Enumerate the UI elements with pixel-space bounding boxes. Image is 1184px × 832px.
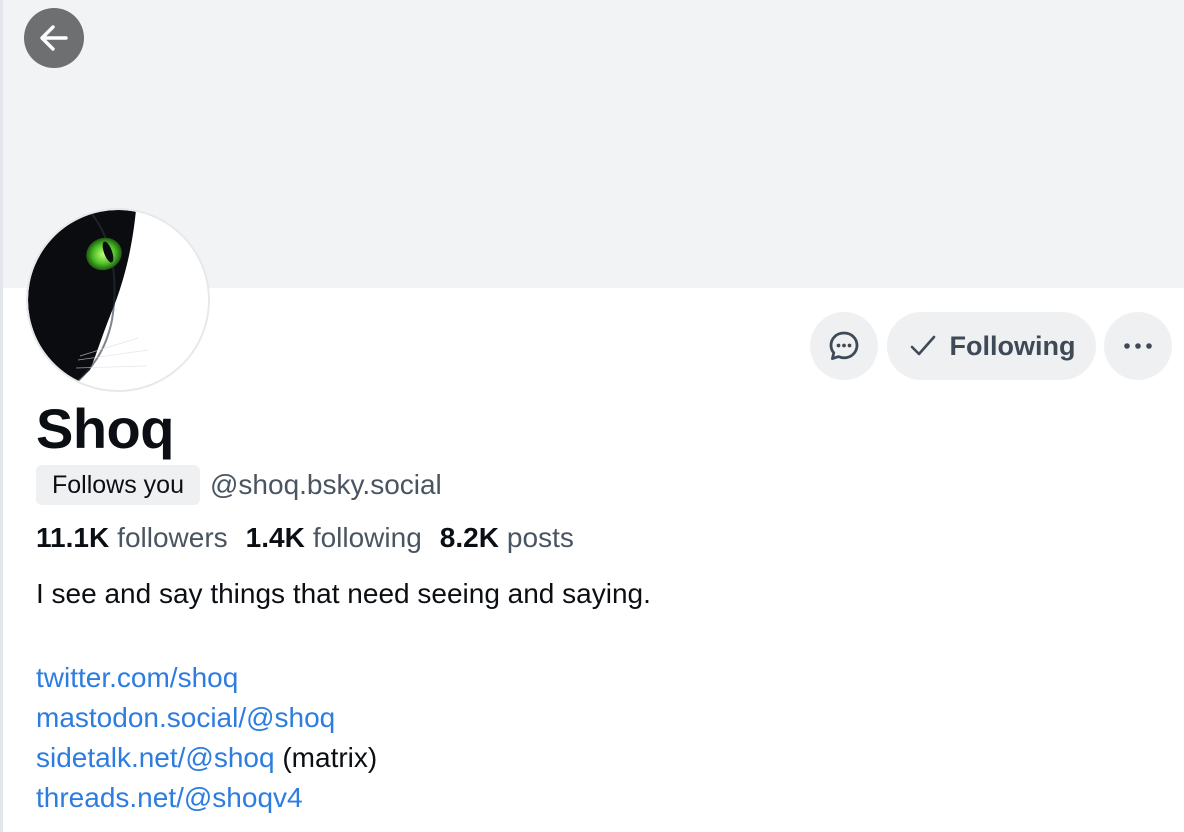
followers-stat[interactable]: 11.1K followers — [36, 522, 228, 554]
profile-stats: 11.1K followers 1.4K following 8.2K post… — [36, 520, 592, 556]
following-count: 1.4K — [245, 522, 305, 553]
followers-label: followers — [117, 522, 228, 553]
arrow-left-icon — [40, 25, 68, 51]
twitter-link[interactable]: twitter.com/shoq — [36, 662, 238, 693]
message-button[interactable] — [810, 312, 878, 380]
bio-link-line: sidetalk.net/@shoq (matrix) — [36, 738, 377, 778]
handle-row: Follows you @shoq.bsky.social — [36, 465, 442, 505]
message-bubble-icon — [829, 331, 859, 360]
following-label: following — [312, 522, 422, 553]
more-options-button[interactable] — [1104, 312, 1172, 380]
display-name: Shoq — [36, 397, 174, 460]
link-note: (matrix) — [274, 742, 378, 773]
following-button-label: Following — [949, 330, 1076, 361]
following-stat[interactable]: 1.4K following — [246, 522, 422, 554]
check-icon — [910, 335, 935, 356]
mastodon-link[interactable]: mastodon.social/@shoq — [36, 702, 335, 733]
bio-link-line: threads.net/@shoqv4 — [36, 778, 377, 818]
posts-stat: 8.2K posts — [440, 522, 574, 554]
back-button[interactable] — [24, 8, 84, 68]
profile-actions: Following — [0, 312, 1184, 380]
posts-label: posts — [506, 522, 574, 553]
following-button[interactable]: Following — [887, 312, 1096, 380]
profile-handle: @shoq.bsky.social — [210, 469, 442, 500]
profile-bio: I see and say things that need seeing an… — [36, 578, 651, 609]
follows-you-badge: Follows you — [36, 465, 200, 505]
followers-count: 11.1K — [36, 522, 110, 553]
profile-page: Following Shoq Follows you @shoq.bsky.so… — [0, 0, 1184, 832]
bio-links: twitter.com/shoq mastodon.social/@shoq s… — [36, 658, 377, 818]
posts-count: 8.2K — [439, 522, 499, 553]
bio-link-line: twitter.com/shoq — [36, 658, 377, 698]
ellipsis-icon — [1124, 343, 1152, 349]
threads-link[interactable]: threads.net/@shoqv4 — [36, 782, 303, 813]
bio-link-line: mastodon.social/@shoq — [36, 698, 377, 738]
sidetalk-link[interactable]: sidetalk.net/@shoq — [36, 742, 275, 773]
